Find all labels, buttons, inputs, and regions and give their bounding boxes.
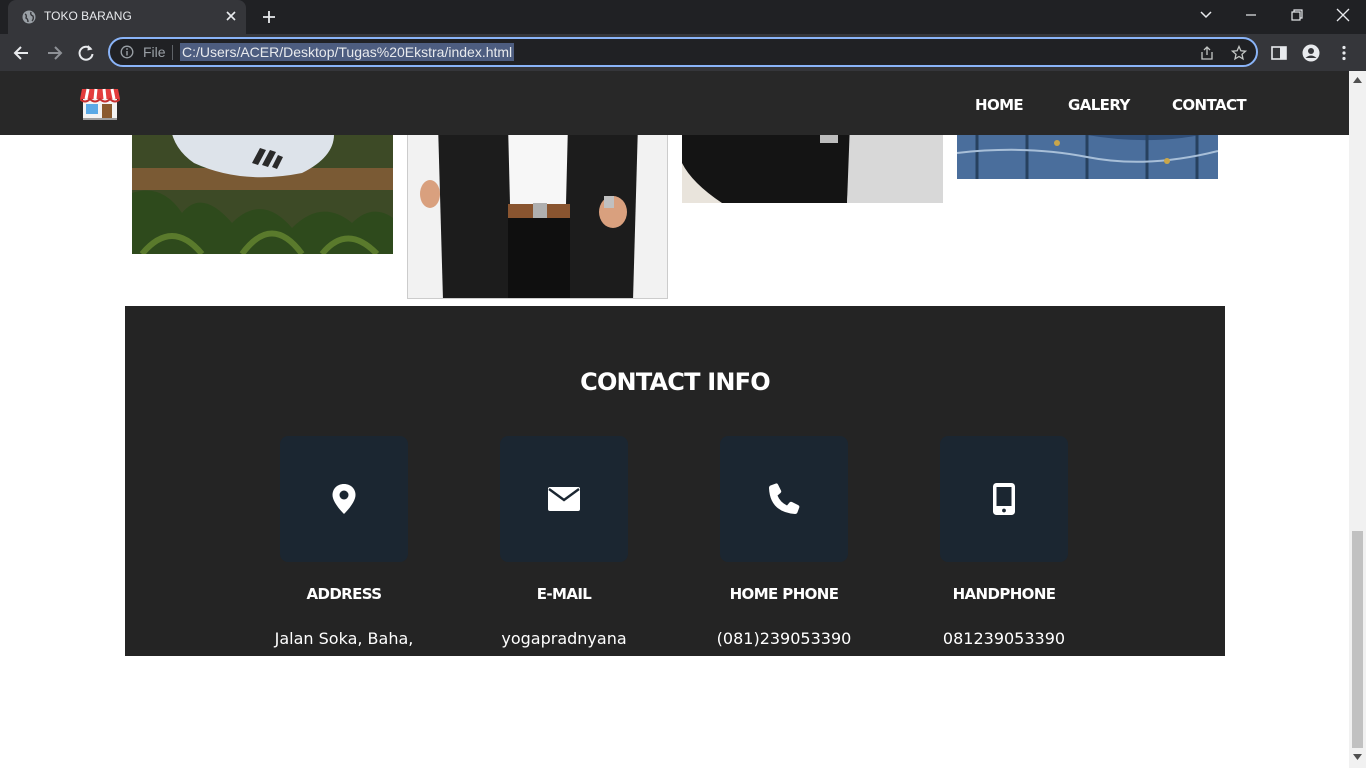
reload-icon[interactable] [76,43,96,63]
omnibox-divider [172,45,173,60]
bookmark-star-icon[interactable] [1231,45,1247,61]
address-bar[interactable]: File C:/Users/ACER/Desktop/Tugas%20Ekstr… [108,37,1258,67]
page-scrollbar[interactable] [1349,71,1366,768]
gallery-image-cap[interactable] [132,123,393,254]
card-value-email: yogapradnyana [501,629,627,648]
tab-title: TOKO BARANG [44,9,132,23]
map-marker-icon [332,484,356,514]
side-panel-icon[interactable] [1270,44,1288,62]
phone-icon [769,483,800,514]
back-arrow-icon[interactable] [12,43,32,63]
url-text[interactable]: C:/Users/ACER/Desktop/Tugas%20Ekstra/ind… [180,43,515,61]
restore-icon[interactable] [1287,7,1307,23]
home-phone-icon-box [720,436,848,562]
email-icon-box [500,436,628,562]
share-icon[interactable] [1199,45,1215,61]
store-logo-icon[interactable] [80,87,120,121]
menu-kebab-icon[interactable] [1335,44,1353,62]
contact-title: CONTACT INFO [580,368,771,396]
minimize-icon[interactable] [1241,7,1261,23]
card-value-home-phone: (081)239053390 [716,629,852,648]
contact-section: CONTACT INFO ADDRESS Jalan Soka, Baha, E… [125,306,1225,656]
card-label-address: ADDRESS [306,585,382,603]
envelope-icon [548,487,580,511]
mobile-icon [993,483,1015,515]
card-label-email: E-MAIL [536,585,592,603]
site-navbar: HOME GALERY CONTACT [0,71,1349,135]
card-label-handphone: HANDPHONE [952,585,1056,603]
card-value-address: Jalan Soka, Baha, [274,629,414,648]
scroll-up-arrow-icon[interactable] [1353,77,1362,83]
nav-link-home[interactable]: HOME [975,96,1024,114]
forward-arrow-icon[interactable] [44,43,64,63]
nav-link-galery[interactable]: GALERY [1068,96,1130,114]
gallery-image-suit[interactable] [407,123,668,299]
card-label-home-phone: HOME PHONE [729,585,839,603]
card-value-handphone: 081239053390 [942,629,1066,648]
close-tab-icon[interactable] [224,9,238,23]
nav-link-contact[interactable]: CONTACT [1172,96,1247,114]
browser-titlebar: TOKO BARANG [0,0,1366,34]
profile-avatar-icon[interactable] [1302,44,1320,62]
scroll-down-arrow-icon[interactable] [1353,754,1362,760]
close-window-icon[interactable] [1333,7,1353,23]
tab-search-icon[interactable] [1196,7,1216,23]
new-tab-icon[interactable] [261,9,277,25]
scrollbar-thumb[interactable] [1352,531,1363,748]
browser-tab[interactable]: TOKO BARANG [8,0,246,34]
info-icon[interactable] [120,45,134,59]
address-icon-box [280,436,408,562]
gallery-image-shirts[interactable] [682,123,943,203]
page-viewport: HOME GALERY CONTACT CONTACT INFO ADDRESS… [0,71,1349,768]
scheme-label: File [143,44,166,60]
globe-icon [22,10,36,24]
browser-toolbar: File C:/Users/ACER/Desktop/Tugas%20Ekstr… [0,34,1366,71]
handphone-icon-box [940,436,1068,562]
